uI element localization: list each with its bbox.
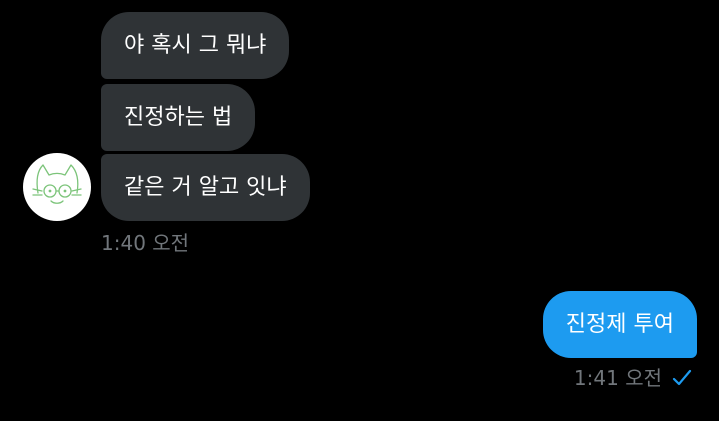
message-text: 같은 거 알고 잇냐 (124, 175, 287, 200)
outgoing-message[interactable]: 진정제 투여 (542, 291, 697, 358)
incoming-message[interactable]: 같은 거 알고 잇냐 (101, 154, 310, 221)
outgoing-timestamp: 1:41 오전 (573, 366, 662, 390)
sent-check-icon (672, 369, 692, 387)
message-text: 진정하는 법 (124, 105, 233, 130)
incoming-timestamp: 1:40 오전 (101, 231, 190, 255)
message-text: 야 혹시 그 뭐냐 (124, 33, 267, 58)
incoming-message[interactable]: 야 혹시 그 뭐냐 (101, 12, 290, 79)
cat-doodle-icon (32, 164, 82, 204)
outgoing-meta: 1:41 오전 (574, 366, 692, 390)
message-text: 진정제 투여 (565, 312, 674, 337)
sender-avatar[interactable] (23, 153, 91, 221)
incoming-message[interactable]: 진정하는 법 (101, 84, 256, 151)
